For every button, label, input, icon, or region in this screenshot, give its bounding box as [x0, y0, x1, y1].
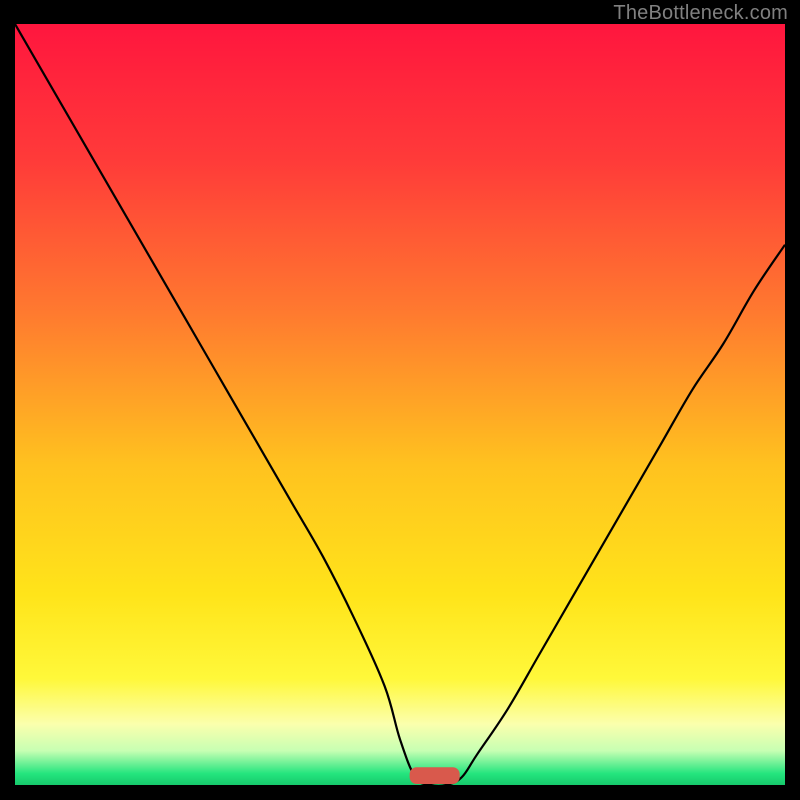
plot-area — [15, 24, 785, 785]
chart-svg — [15, 24, 785, 785]
optimum-marker — [410, 767, 460, 784]
chart-frame: TheBottleneck.com — [0, 0, 800, 800]
attribution-label: TheBottleneck.com — [613, 2, 788, 25]
gradient-background — [15, 24, 785, 785]
